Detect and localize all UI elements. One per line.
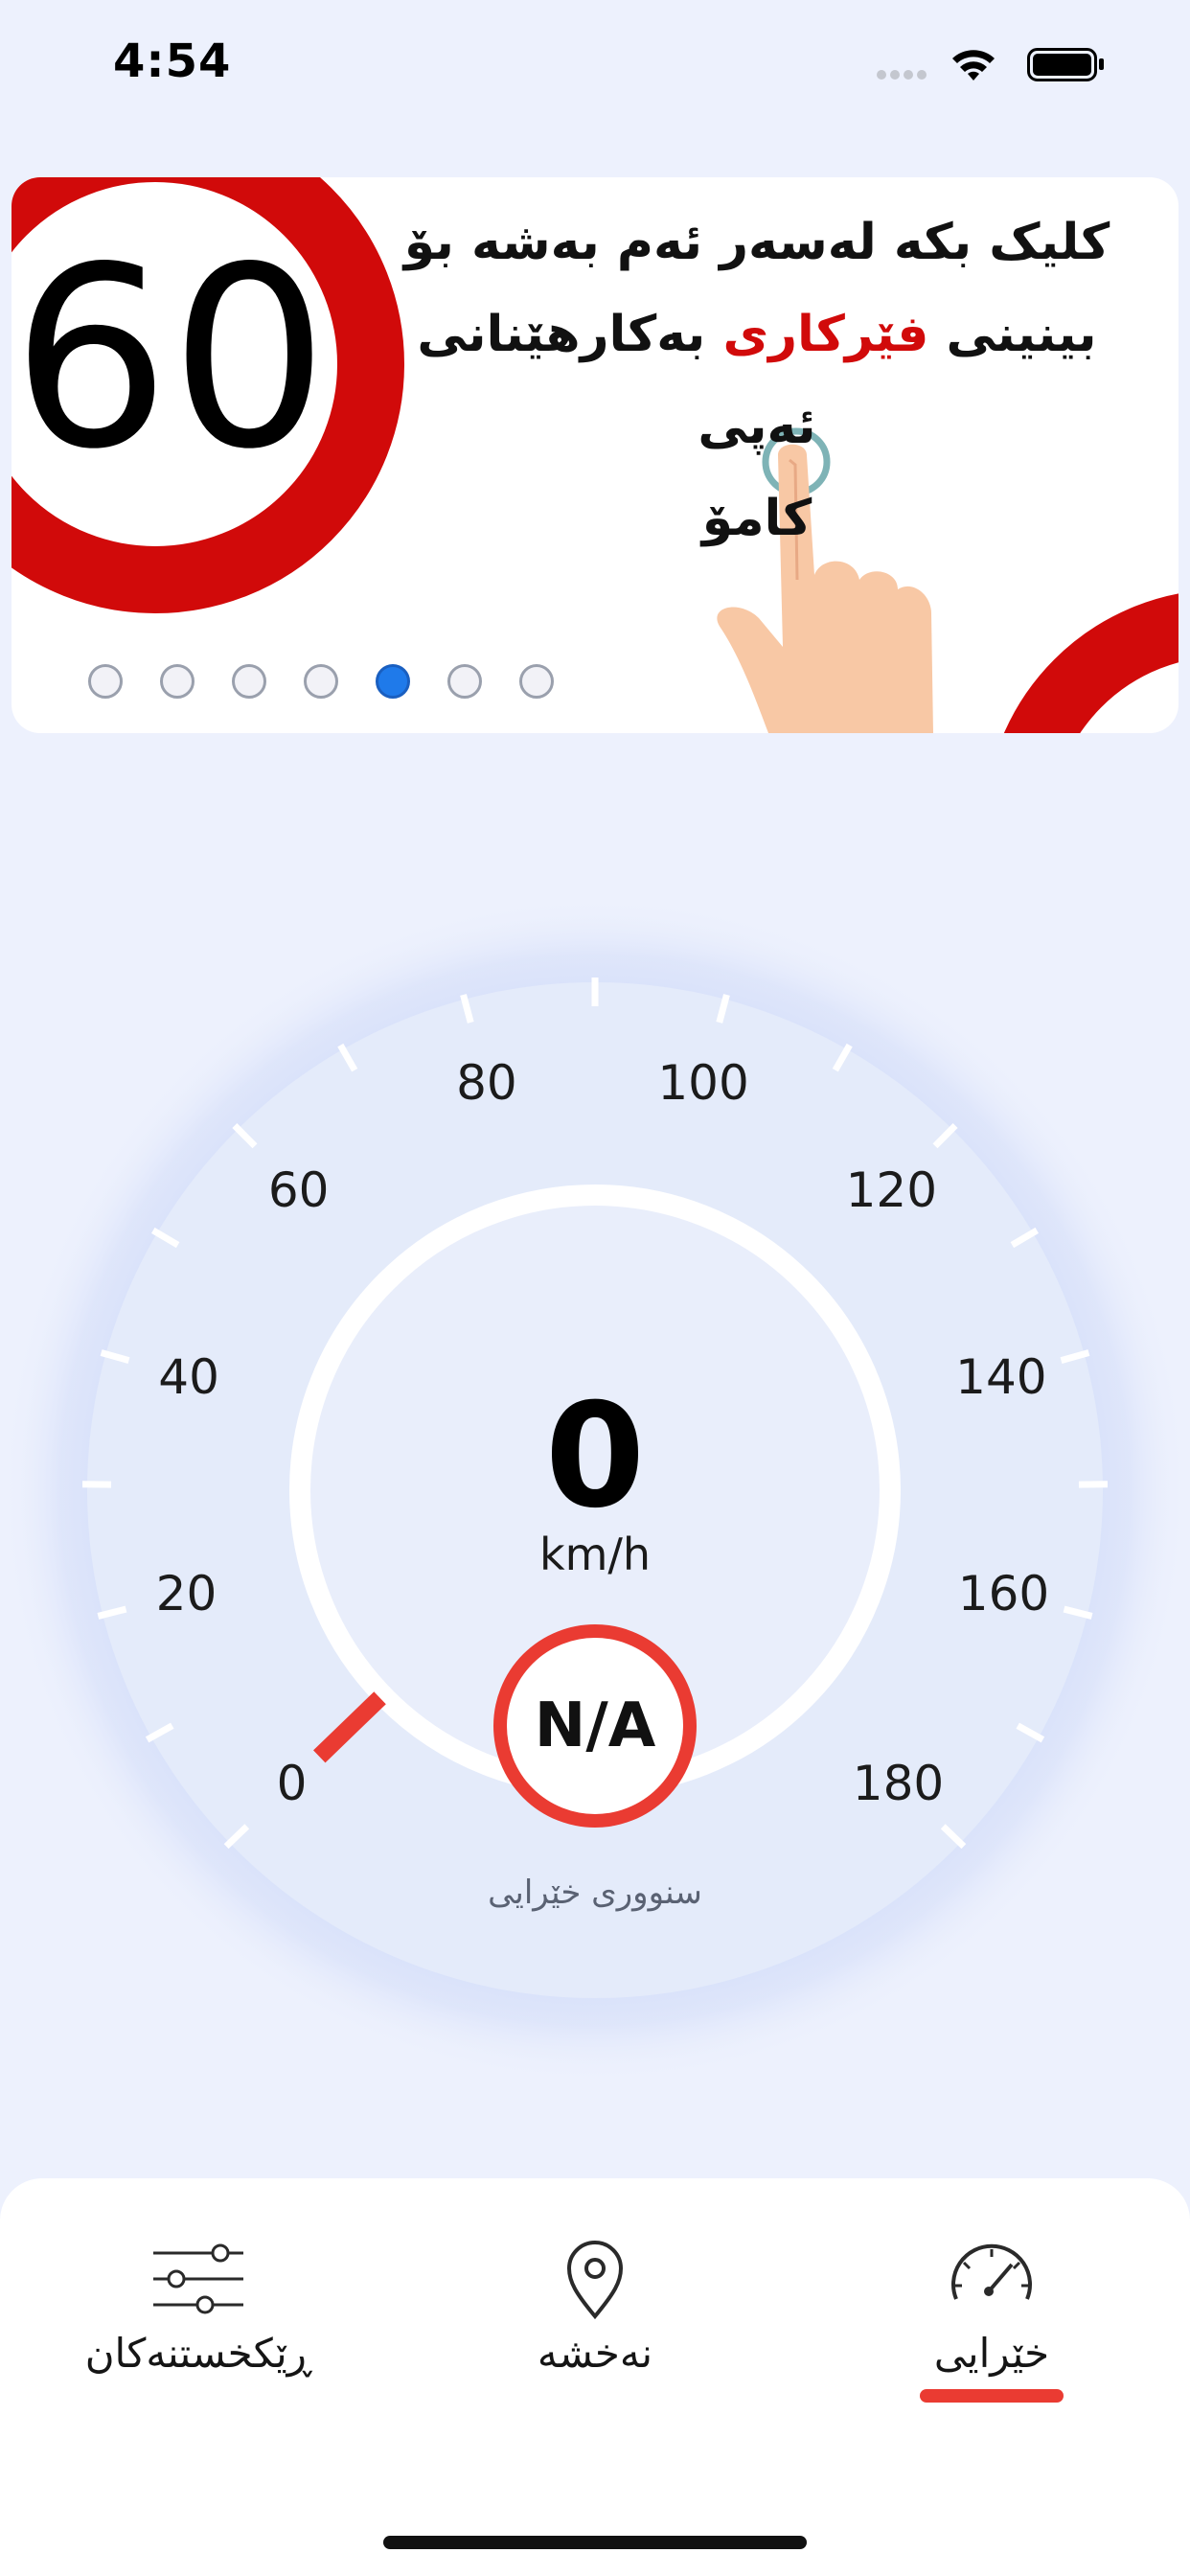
banner-text-line3: کامۆ xyxy=(701,490,812,547)
page-dot-3[interactable] xyxy=(232,664,266,699)
speed-sign-ring-partial xyxy=(1003,593,1179,733)
banner-text: کلیک بکە لەسەر ئەم بەشە بۆ بینینی فێرکار… xyxy=(393,196,1121,564)
tab-map-label: نەخشە xyxy=(537,2330,653,2377)
scale-label: 60 xyxy=(267,1162,330,1219)
battery-icon xyxy=(1027,48,1104,81)
banner-text-line2-start: بینینی xyxy=(928,306,1097,363)
banner-text-line1: کلیک بکە لەسەر ئەم بەشە بۆ xyxy=(403,214,1110,271)
selected-tab-indicator xyxy=(920,2389,1064,2403)
scale-label: 180 xyxy=(852,1755,945,1811)
home-indicator[interactable] xyxy=(383,2536,807,2549)
tutorial-banner[interactable]: 60 کلیک بکە لەسەر ئەم بەشە بۆ بینینی فێر… xyxy=(11,177,1179,733)
page-dot-1[interactable] xyxy=(88,664,123,699)
tab-bar: ڕێکخستنەکان نەخشە خێرایی xyxy=(0,2178,1190,2576)
speed-limit-label: سنووری خێرایی xyxy=(488,1874,702,1912)
page-dot-2[interactable] xyxy=(160,664,195,699)
speed-limit-value: N/A xyxy=(534,1690,656,1761)
tab-map[interactable]: نەخشە xyxy=(451,2236,739,2427)
speedometer-icon xyxy=(951,2243,1032,2300)
status-time: 4:54 xyxy=(113,34,232,88)
wifi-icon xyxy=(952,50,995,80)
status-icons xyxy=(877,48,1104,81)
page-dot-6[interactable] xyxy=(447,664,482,699)
scale-label: 80 xyxy=(456,1054,517,1111)
speed-sign-number: 60 xyxy=(11,215,329,504)
speed-unit: km/h xyxy=(538,1529,652,1580)
signal-icon xyxy=(877,70,927,80)
sliders-icon xyxy=(153,2243,243,2314)
tab-settings[interactable]: ڕێکخستنەکان xyxy=(55,2236,342,2427)
speed-limit-badge: N/A xyxy=(493,1624,697,1828)
current-speed: 0 xyxy=(544,1373,646,1540)
map-pin-icon xyxy=(566,2241,624,2320)
tab-settings-label: ڕێکخستنەکان xyxy=(84,2330,312,2377)
tab-speed-label: خێرایی xyxy=(933,2330,1050,2377)
page-dot-4[interactable] xyxy=(304,664,338,699)
scale-label: 0 xyxy=(276,1755,308,1811)
banner-highlight-word: فێرکاری xyxy=(722,306,929,363)
page-dot-5-active[interactable] xyxy=(376,664,410,699)
status-bar: 4:54 xyxy=(0,0,1190,134)
scale-label: 120 xyxy=(845,1162,938,1219)
banner-text-line2: بینینی فێرکاری بەکارهێنانی ئەپی xyxy=(393,288,1121,472)
scale-label: 100 xyxy=(657,1054,749,1111)
page-dot-7[interactable] xyxy=(519,664,554,699)
page-indicator[interactable] xyxy=(88,664,554,706)
